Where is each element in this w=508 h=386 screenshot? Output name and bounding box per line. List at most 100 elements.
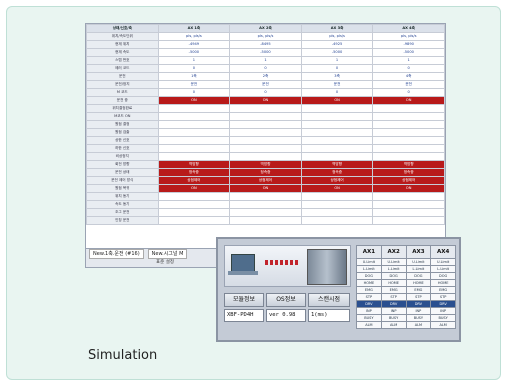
table-cell: 1 [229,56,302,65]
table-row: 원점 결정 [86,120,445,129]
table-cell [229,144,302,153]
table-cell [157,200,231,209]
table-cell: pls, pls/s [372,32,445,41]
table-cell: 정속중 [229,168,302,177]
table-cell: 역방향 [229,160,302,169]
scan-field: 1(ms) [308,309,350,322]
axis-signal-lamp: INP [380,307,407,315]
table-cell: -8495 [229,40,302,49]
table-row: 운전 제어 방식 상점제어 상점제어 상점제어 상점제어 [86,176,445,185]
axis-signal-row: HOME HOME HOME HOME [356,279,456,287]
row-label: 원점 결정 [86,120,159,129]
axis-signal-lamp: EMG [405,286,432,294]
table-cell [229,136,302,145]
table-cell: 역방향 [372,160,445,169]
version-field: ver 0.98 [266,309,306,322]
table-cell: -4949 [157,40,231,49]
axis-signal-lamp: STP [380,293,407,301]
table-cell [300,104,374,113]
table-cell: ON [229,96,302,105]
row-label: 위치 동기 [86,192,159,201]
table-row: 원점 검출 [86,128,445,137]
axis-signal-lamp: DOG [380,272,407,280]
table-row: 현재 속도 -5000 -5000 -5000 -5000 [86,48,445,57]
table-cell: 1 [300,56,374,65]
table-row: 스텝 번호 1 1 1 1 [86,56,445,65]
axis-signal-lamp: U.Limit [405,258,432,266]
table-cell: 정속중 [300,168,374,177]
axis-signal-row: INP INP INP INP [356,307,456,315]
axis-header: AX1 [356,245,382,259]
row-label: 위치결정완료 [86,104,159,113]
table-cell: 0 [157,64,231,73]
axis-signal-row: L.Limit L.Limit L.Limit L.Limit [356,265,456,273]
table-cell [229,208,302,217]
sheet-tab-2[interactable]: New.시그널 M [147,249,188,259]
row-label: 에러 코드 [86,64,159,73]
content-card: 상태/신호/축 AX 1축 AX 2축 AX 3축 AX 4축 위치/속도단위 pls, … [6,6,501,380]
table-cell [300,208,374,217]
axis-signal-row: STP STP STP STP [356,293,456,301]
sheet-tab-1[interactable]: New.1축.운전 (#16) [89,249,144,259]
table-cell: pls, pls/s [157,32,231,41]
table-cell: 0 [229,88,302,97]
table-cell [372,136,445,145]
table-cell [300,120,374,129]
table-cell [300,128,374,137]
table-header-row: 상태/신호/축 AX 1축 AX 2축 AX 3축 AX 4축 [86,24,445,33]
os-info-button[interactable]: OS정보 [266,293,306,307]
table-cell: 운전 [300,80,374,89]
axis-signal-lamp: BUSY [356,314,382,322]
table-cell: -5000 [157,48,231,57]
table-row: 비상정지 [86,152,445,161]
row-label: 현재 위치 [86,40,159,49]
scan-time-button[interactable]: 스캔시점 [308,293,350,307]
table-row: 속도 동기 [86,200,445,209]
monitor-table: 상태/신호/축 AX 1축 AX 2축 AX 3축 AX 4축 위치/속도단위 pls, … [86,24,445,225]
row-label: 운전 [86,72,159,81]
table-cell [372,104,445,113]
table-cell [157,128,231,137]
row-label: 원점 검출 [86,128,159,137]
axis-signal-lamp: INP [405,307,432,315]
axis-signal-lamp: STP [430,293,456,301]
table-cell [229,200,302,209]
positioning-module-panel: 모듈정보 OS정보 스캔시점 XBF-PD4H ver 0.98 1(ms) A… [216,237,461,342]
table-cell: 0 [372,88,445,97]
monitor-spreadsheet: 상태/신호/축 AX 1축 AX 2축 AX 3축 AX 4축 위치/속도단위 pls, … [85,23,446,268]
link-indicator-icon [265,260,298,265]
table-cell [157,208,231,217]
table-cell [300,216,374,225]
table-cell: ON [372,96,445,105]
table-cell: 상점제어 [229,176,302,185]
table-cell [229,104,302,113]
column-header-axis: AX 3축 [300,24,374,33]
table-cell: pls, pls/s [229,32,302,41]
table-cell [229,120,302,129]
model-field: XBF-PD4H [224,309,264,322]
table-cell [372,128,445,137]
table-cell: -4925 [300,40,374,49]
table-cell [157,104,231,113]
table-cell [229,192,302,201]
axis-signal-lamp: DRV [430,300,456,308]
axis-signal-lamp: DOG [356,272,382,280]
module-info-button[interactable]: 모듈정보 [224,293,264,307]
axis-signal-lamp: INP [356,307,382,315]
row-label: 운전/정지 [86,80,159,89]
axis-signal-lamp: DOG [405,272,432,280]
axis-signal-lamp: ALM [356,321,382,329]
axis-header-row: AX1 AX2 AX3 AX4 [356,245,456,259]
axis-signal-lamp: DRV [380,300,407,308]
table-row: M 코드 0 0 0 0 [86,88,445,97]
axis-signal-lamp: STP [405,293,432,301]
table-cell [300,200,374,209]
axis-header: AX2 [380,245,407,259]
table-cell [157,144,231,153]
table-row: 회전 방향 역방향 역방향 역방향 역방향 [86,160,445,169]
axis-signal-lamp: INP [430,307,456,315]
table-cell: 역방향 [300,160,374,169]
table-cell: 0 [300,88,374,97]
axis-signal-row: U.Limit U.Limit U.Limit U.Limit [356,258,456,266]
axis-signal-lamp: ALM [380,321,407,329]
